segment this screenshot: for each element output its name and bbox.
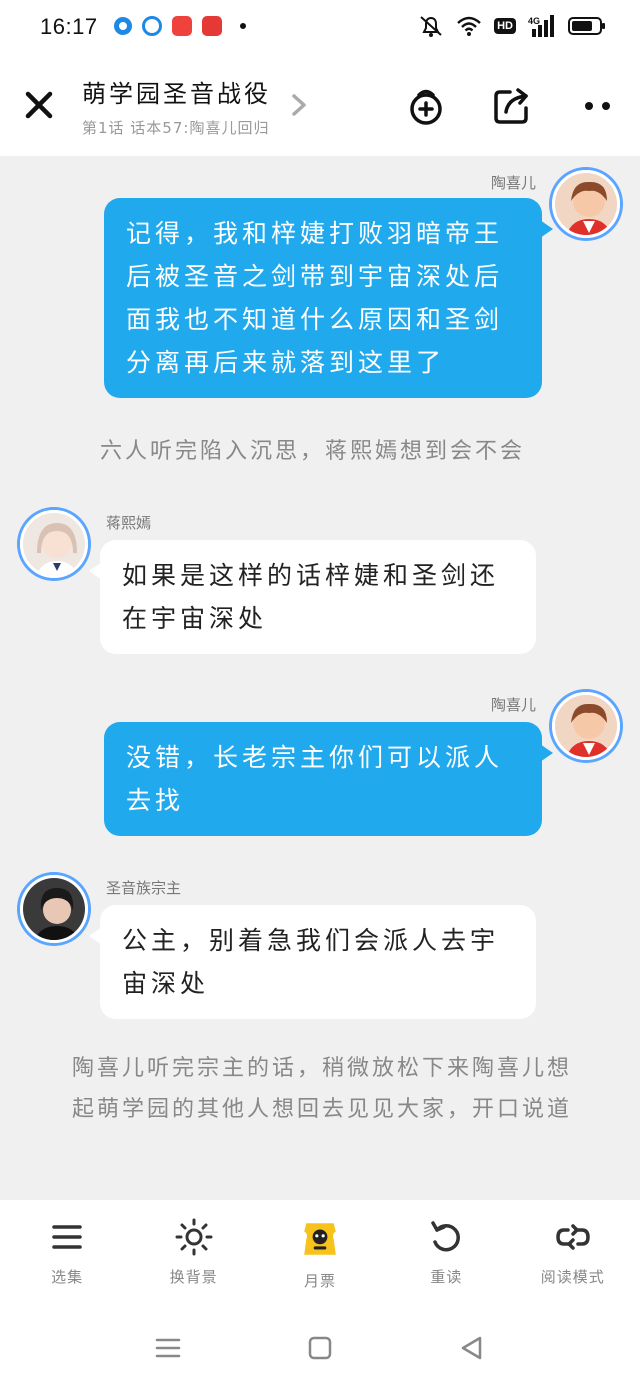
toolbar-label: 月票 bbox=[303, 1272, 336, 1290]
brightness-icon bbox=[175, 1218, 213, 1256]
system-icons: HD 4G bbox=[418, 14, 605, 38]
narration-text: 六人听完陷入沉思，蒋熙嫣想到会不会 bbox=[100, 439, 526, 464]
message-bubble[interactable]: 公主，别着急我们会派人去宇宙深处 bbox=[89, 905, 536, 1019]
status-bar: 16:17 HD 4G bbox=[0, 0, 640, 58]
toolbar-reading-mode[interactable]: 阅读模式 bbox=[523, 1200, 623, 1304]
avatar[interactable] bbox=[552, 170, 620, 238]
message-bubble[interactable]: 如果是这样的话梓婕和圣剑还在宇宙深处 bbox=[89, 540, 536, 654]
video-app-icon bbox=[172, 16, 192, 36]
message-bubble[interactable]: 记得，我和梓婕打败羽暗帝王后被圣音之剑带到宇宙深处后面我也不知道什么原因和圣剑分… bbox=[104, 198, 553, 398]
toolbar-label: 选集 bbox=[51, 1268, 84, 1286]
notification-icons bbox=[114, 16, 246, 36]
share-icon[interactable] bbox=[492, 86, 532, 126]
menu-icon bbox=[52, 1225, 82, 1249]
wifi-icon bbox=[457, 16, 481, 36]
more-notifications-dot bbox=[240, 23, 246, 29]
battery-icon bbox=[568, 17, 605, 35]
chevron-right-icon[interactable] bbox=[288, 92, 310, 118]
speaker-name: 陶喜儿 bbox=[490, 174, 536, 192]
speaker-name: 陶喜儿 bbox=[490, 696, 536, 714]
close-button[interactable] bbox=[22, 88, 56, 122]
toolbar-label: 换背景 bbox=[169, 1268, 218, 1286]
shopping-app-icon bbox=[202, 16, 222, 36]
story-title-block[interactable]: 萌学园圣音战役 第1话 话本57:陶喜儿回归 bbox=[82, 74, 271, 138]
system-nav-bar bbox=[0, 1304, 640, 1387]
browser-icon bbox=[142, 16, 162, 36]
add-gift-icon[interactable] bbox=[406, 86, 446, 126]
toolbar-chapters[interactable]: 选集 bbox=[17, 1200, 117, 1304]
reader-toolbar: 选集 换背景 月票 重读 阅读模式 bbox=[0, 1200, 640, 1304]
chat-area[interactable]: 陶喜儿 记得，我和梓婕打败羽暗帝王后被圣音之剑带到宇宙深处后面我也不知道什么原因… bbox=[0, 156, 640, 1200]
alarm-off-icon bbox=[420, 16, 442, 37]
message-bubble[interactable]: 没错，长老宗主你们可以派人去找 bbox=[104, 722, 553, 836]
home-icon[interactable] bbox=[306, 1334, 334, 1362]
qq-browser-icon bbox=[114, 17, 132, 35]
avatar[interactable] bbox=[552, 692, 620, 760]
narration-text: 陶喜儿听完宗主的话，稍微放松下来陶喜儿想起萌学园的其他人想回去见见大家，开口说道 bbox=[72, 1056, 573, 1122]
reader-header: 萌学园圣音战役 第1话 话本57:陶喜儿回归 bbox=[0, 58, 640, 156]
speaker-name: 圣音族宗主 bbox=[106, 879, 182, 897]
toolbar-label: 重读 bbox=[430, 1268, 463, 1286]
chapter-subtitle: 第1话 话本57:陶喜儿回归 bbox=[82, 119, 270, 137]
story-title: 萌学园圣音战役 bbox=[82, 80, 271, 108]
toolbar-label: 阅读模式 bbox=[540, 1268, 605, 1286]
svg-text:4G: 4G bbox=[528, 16, 540, 26]
toolbar-monthly-ticket[interactable]: 月票 bbox=[270, 1200, 370, 1304]
speaker-name: 蒋熙嫣 bbox=[106, 514, 152, 532]
back-icon[interactable] bbox=[458, 1334, 486, 1362]
reread-icon bbox=[431, 1221, 461, 1252]
avatar[interactable] bbox=[20, 875, 88, 943]
more-options-icon[interactable] bbox=[578, 86, 618, 126]
avatar[interactable] bbox=[20, 510, 88, 578]
signal-4g-icon: 4G bbox=[528, 15, 554, 37]
hd-icon: HD bbox=[494, 18, 516, 34]
recent-apps-icon[interactable] bbox=[154, 1334, 182, 1362]
status-time: 16:17 bbox=[40, 14, 98, 39]
toolbar-reread[interactable]: 重读 bbox=[396, 1200, 496, 1304]
reading-mode-icon bbox=[555, 1224, 590, 1250]
monthly-ticket-icon bbox=[304, 1223, 336, 1255]
toolbar-background[interactable]: 换背景 bbox=[144, 1200, 244, 1304]
